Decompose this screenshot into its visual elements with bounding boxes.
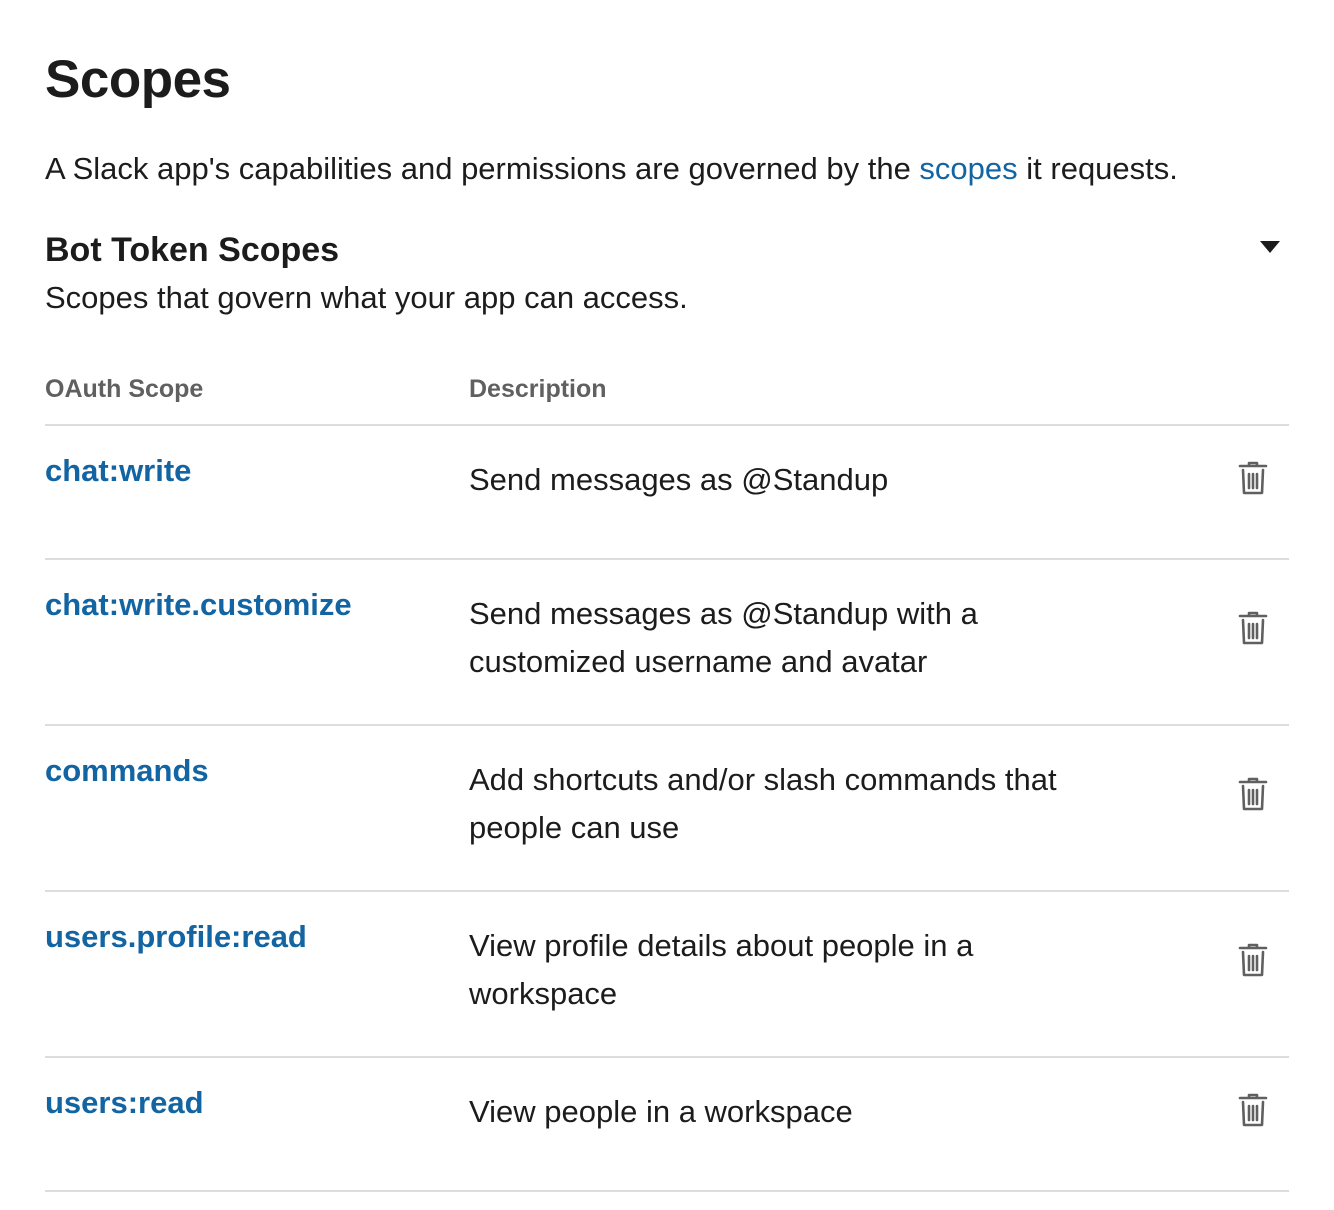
- scope-name-link[interactable]: commands: [45, 750, 209, 792]
- scope-description: Add shortcuts and/or slash commands that…: [469, 762, 1057, 845]
- scope-name-link[interactable]: users.profile:read: [45, 916, 307, 958]
- table-row: users.profile:read View profile details a…: [45, 892, 1289, 1058]
- intro-text: A Slack app's capabilities and permissio…: [45, 148, 1178, 190]
- scope-description: View profile details about people in a w…: [469, 928, 974, 1011]
- scope-name-link[interactable]: users:read: [45, 1082, 204, 1124]
- page-title: Scopes: [45, 50, 231, 109]
- scopes-table: chat:write Send messages as @Standup chat:…: [45, 424, 1289, 1192]
- bot-token-scopes-title: Bot Token Scopes: [45, 231, 340, 269]
- scope-name-link[interactable]: chat:write: [45, 450, 191, 492]
- table-row: chat:write Send messages as @Standup: [45, 426, 1289, 560]
- intro-text-after: it requests.: [1017, 151, 1178, 186]
- trash-icon[interactable]: [1235, 458, 1271, 498]
- column-header-description: Description: [469, 375, 607, 403]
- trash-icon[interactable]: [1235, 940, 1271, 980]
- bot-token-scopes-subtitle: Scopes that govern what your app can acc…: [45, 280, 688, 315]
- trash-icon[interactable]: [1235, 1090, 1271, 1130]
- column-header-oauth-scope: OAuth Scope: [45, 375, 204, 403]
- scopes-link[interactable]: scopes: [919, 151, 1017, 186]
- scope-name-link[interactable]: chat:write.customize: [45, 584, 352, 626]
- table-row: users:read View people in a workspace: [45, 1058, 1289, 1192]
- scope-description: Send messages as @Standup: [469, 462, 889, 497]
- caret-down-icon-graphic: [1260, 241, 1280, 253]
- table-row: chat:write.customize Send messages as @St…: [45, 560, 1289, 726]
- trash-icon[interactable]: [1235, 774, 1271, 814]
- table-row: commands Add shortcuts and/or slash comma…: [45, 726, 1289, 892]
- trash-icon[interactable]: [1235, 608, 1271, 648]
- intro-text-before: A Slack app's capabilities and permissio…: [45, 151, 920, 186]
- scope-description: View people in a workspace: [469, 1094, 853, 1129]
- caret-down-icon[interactable]: [1255, 234, 1285, 260]
- scope-description: Send messages as @Standup with a customi…: [469, 596, 978, 679]
